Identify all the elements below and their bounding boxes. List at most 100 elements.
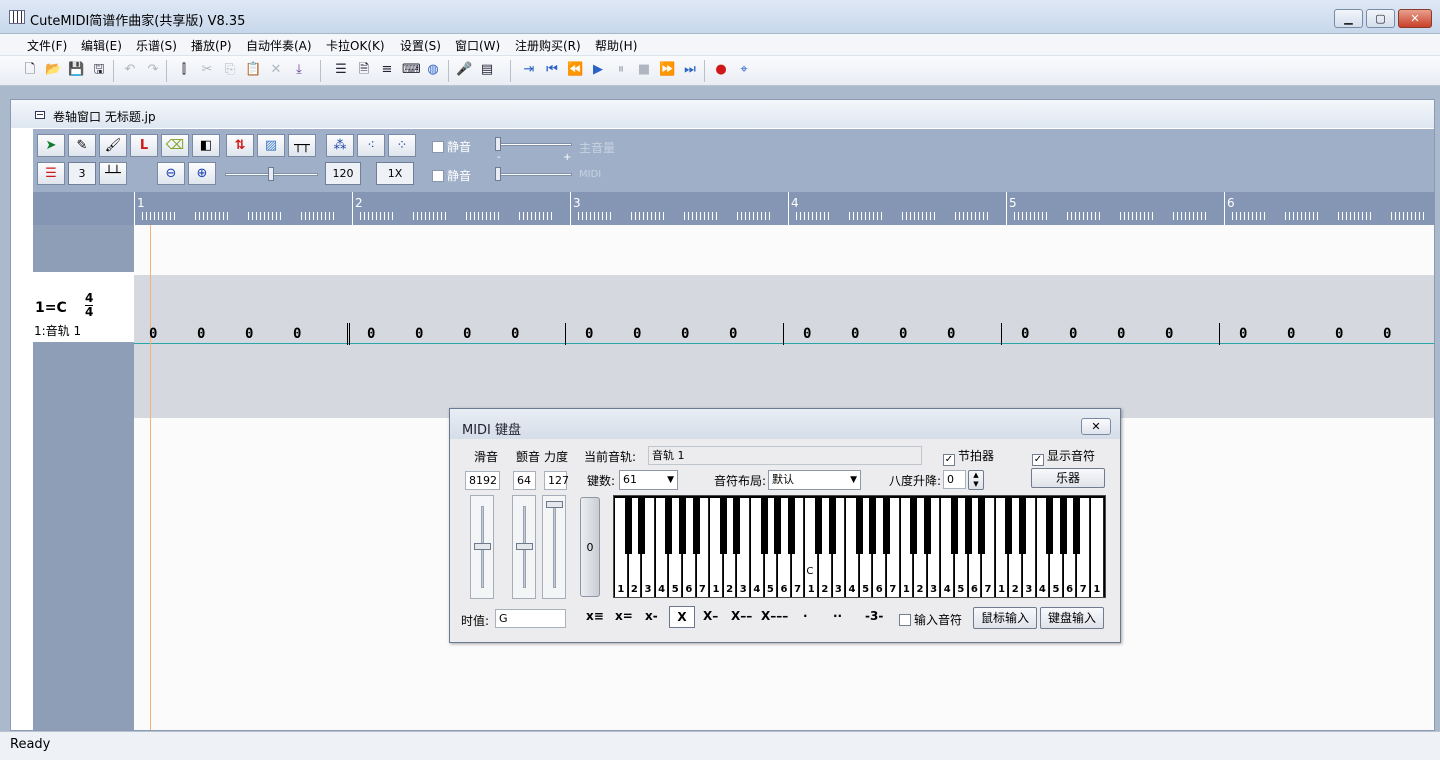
panel-toggle-button[interactable]: ◧ [192, 134, 220, 157]
menu-score[interactable]: 乐谱(S) [136, 37, 177, 54]
mute-midi-checkbox[interactable]: 静音 [432, 167, 471, 184]
black-key[interactable] [624, 498, 632, 554]
black-key[interactable] [828, 498, 836, 554]
score-note[interactable]: 0 [1069, 326, 1077, 342]
timeline-ruler[interactable]: 1 2 3 4 5 6 [33, 192, 1434, 225]
vibrato-value[interactable]: 64 [513, 471, 536, 490]
skip-end-icon[interactable]: ⏭ [682, 62, 698, 78]
show-notes-checkbox[interactable]: ✓ 显示音符 [1032, 447, 1095, 466]
menu-window[interactable]: 窗口(W) [455, 37, 500, 54]
score-note[interactable]: 0 [1383, 326, 1391, 342]
octave-field[interactable]: 0 [943, 470, 966, 489]
playhead[interactable] [150, 225, 151, 730]
duration-field[interactable]: G [495, 609, 566, 628]
duration-button[interactable]: -3- [865, 609, 883, 623]
mouse-input-button[interactable]: 鼠标输入 [973, 607, 1037, 629]
black-key[interactable] [692, 498, 700, 554]
menu-file[interactable]: 文件(F) [27, 37, 67, 54]
duration-button[interactable]: X––– [761, 609, 788, 623]
copy-icon[interactable]: ⎘ [222, 62, 238, 78]
score-note[interactable]: 0 [367, 326, 375, 342]
keyboard-input-button[interactable]: 键盘输入 [1040, 607, 1104, 629]
vibrato-slider[interactable] [512, 495, 536, 599]
grid-button[interactable]: ┴┴ [99, 162, 127, 185]
black-key[interactable] [978, 498, 986, 554]
new-file-icon[interactable]: 🗋 [22, 62, 38, 78]
zoom-in-button[interactable]: ⊕ [188, 162, 216, 185]
import-icon[interactable]: ⤓ [291, 62, 307, 78]
midi-dialog-close-button[interactable]: ✕ [1081, 418, 1111, 435]
black-key[interactable] [719, 498, 727, 554]
black-key[interactable] [923, 498, 931, 554]
menu-edit[interactable]: 编辑(E) [81, 37, 122, 54]
score-note[interactable]: 0 [197, 326, 205, 342]
midi-volume-slider[interactable] [496, 173, 572, 176]
black-key[interactable] [1046, 498, 1054, 554]
black-key[interactable] [855, 498, 863, 554]
score-note[interactable]: 0 [1287, 326, 1295, 342]
instrument-button[interactable]: 乐器 [1031, 468, 1105, 488]
locate-icon[interactable]: ⌖ [736, 62, 752, 78]
undo-icon[interactable]: ↶ [122, 62, 138, 78]
pause-icon[interactable]: ⏸ [613, 62, 629, 78]
play-icon[interactable]: ▶ [590, 62, 606, 78]
score-note[interactable]: 0 [633, 326, 641, 342]
track-header[interactable]: 1=C 4 4 1:音轨 1 [33, 272, 134, 342]
piano-keyboard[interactable]: 123456712345671234567123456712345671C [613, 495, 1106, 598]
keys-select[interactable]: 61 ▼ [619, 470, 678, 490]
menu-play[interactable]: 播放(P) [191, 37, 232, 54]
duration-button[interactable]: · [803, 609, 808, 623]
snap-field[interactable]: 3 [68, 162, 96, 185]
speed-field[interactable]: 1X [376, 162, 414, 185]
score-note[interactable]: 0 [899, 326, 907, 342]
score-note[interactable]: 0 [293, 326, 301, 342]
globe-icon[interactable]: ◍ [425, 62, 441, 78]
duration-button[interactable]: ·· [833, 609, 842, 623]
velocity-slider[interactable] [542, 495, 566, 599]
pencil-tool-button[interactable]: ✎ [68, 134, 96, 157]
menu-register[interactable]: 注册购买(R) [515, 37, 581, 54]
duration-button[interactable]: x= [615, 609, 633, 623]
black-key[interactable] [869, 498, 877, 554]
metronome-checkbox[interactable]: ✓ 节拍器 [943, 447, 994, 466]
black-key[interactable] [679, 498, 686, 554]
insert-bar-icon[interactable]: ⫿ [176, 62, 192, 78]
maximize-button[interactable]: ▢ [1366, 9, 1395, 28]
loop-icon[interactable]: ⇥ [521, 62, 537, 78]
menu-settings[interactable]: 设置(S) [400, 37, 441, 54]
black-key[interactable] [815, 498, 822, 554]
skip-start-icon[interactable]: ⏮ [544, 62, 560, 78]
duration-button[interactable]: x≡ [586, 609, 604, 623]
black-key[interactable] [883, 498, 890, 554]
save-as-icon[interactable]: 🖫 [91, 62, 107, 78]
minimize-button[interactable]: ▁ [1334, 9, 1363, 28]
document-icon[interactable]: 🗎 [356, 62, 372, 78]
score-note[interactable]: 0 [729, 326, 737, 342]
transpose-button[interactable]: ⇅ [226, 134, 254, 157]
zoom-slider-thumb[interactable] [268, 167, 274, 181]
black-key[interactable] [1059, 498, 1067, 554]
layout-select[interactable]: 默认 ▼ [768, 470, 861, 490]
image-view-button[interactable]: ▨ [257, 134, 285, 157]
score-note[interactable]: 0 [851, 326, 859, 342]
black-key[interactable] [774, 498, 782, 554]
stop-icon[interactable]: ■ [636, 62, 652, 78]
menu-karaoke[interactable]: 卡拉OK(K) [326, 37, 385, 54]
black-key[interactable] [733, 498, 741, 554]
octave-spinner[interactable]: ▲ ▼ [968, 470, 984, 490]
duration-button[interactable]: X [669, 606, 695, 628]
delete-icon[interactable]: ✕ [268, 62, 284, 78]
fast-forward-icon[interactable]: ⏩ [659, 62, 675, 78]
redo-icon[interactable]: ↷ [145, 62, 161, 78]
paste-icon[interactable]: 📋 [245, 62, 261, 78]
glide-value[interactable]: 8192 [465, 471, 500, 490]
measure-button[interactable]: ┬┬ [288, 134, 316, 157]
spacing-button[interactable]: ☰ [37, 162, 65, 185]
score-note[interactable]: 0 [415, 326, 423, 342]
black-key[interactable] [638, 498, 646, 554]
score-note[interactable]: 0 [1021, 326, 1029, 342]
black-key[interactable] [1019, 498, 1026, 554]
score-note[interactable]: 0 [681, 326, 689, 342]
black-key[interactable] [760, 498, 768, 554]
score-note[interactable]: 0 [1165, 326, 1173, 342]
